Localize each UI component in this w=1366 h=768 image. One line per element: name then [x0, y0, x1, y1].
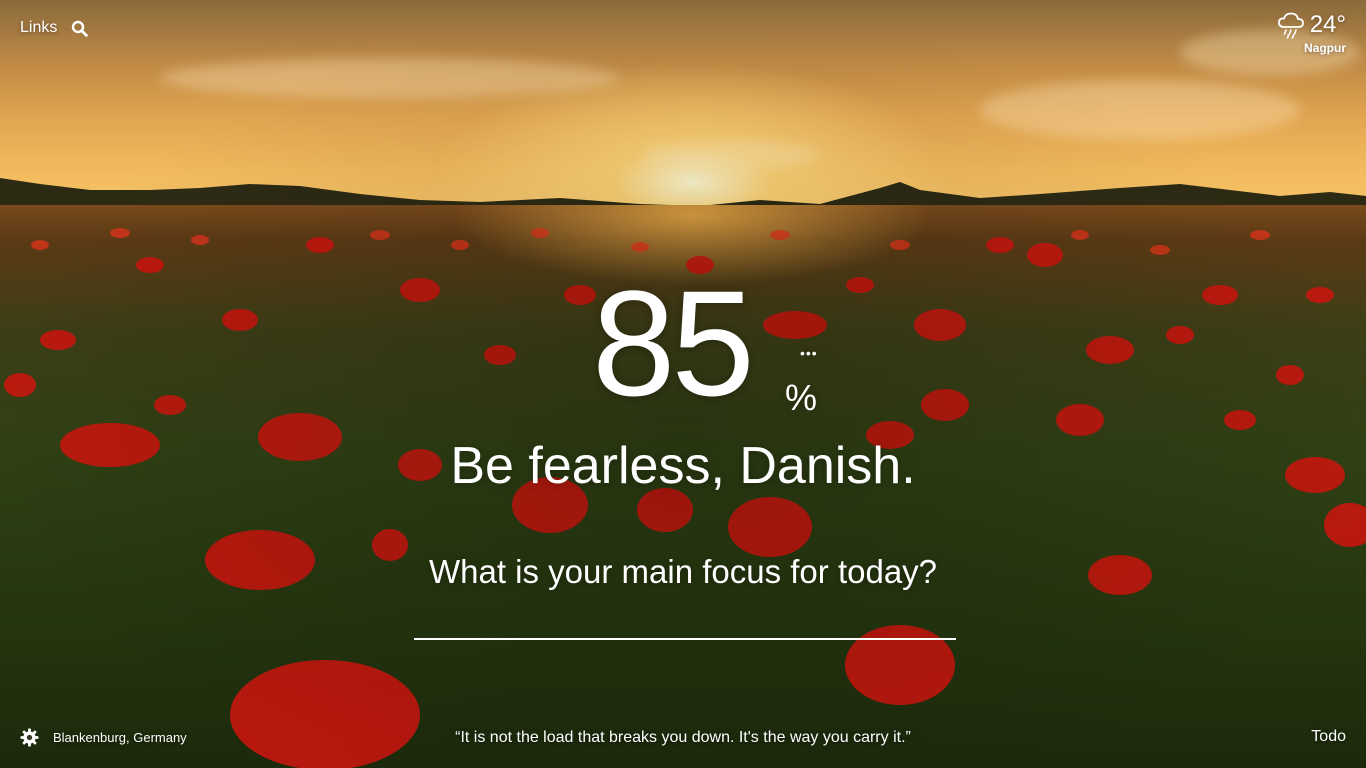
dashboard: Links 24° Nagpur 85 ••• % Be fearless, D…	[0, 0, 1366, 768]
center-content: 85 ••• % Be fearless, Danish. What is yo…	[0, 0, 1366, 768]
greeting: Be fearless, Danish.	[450, 437, 916, 495]
focus-input[interactable]	[414, 598, 956, 640]
metric-value: 85	[592, 259, 755, 427]
daily-quote[interactable]: “It is not the load that breaks you down…	[0, 729, 1366, 747]
big-metric: 85 ••• %	[0, 268, 1366, 418]
metric-unit: %	[785, 377, 818, 418]
more-dots-icon[interactable]: •••	[800, 346, 818, 360]
todo-button[interactable]: Todo	[1311, 728, 1346, 746]
focus-question: What is your main focus for today?	[428, 553, 938, 590]
